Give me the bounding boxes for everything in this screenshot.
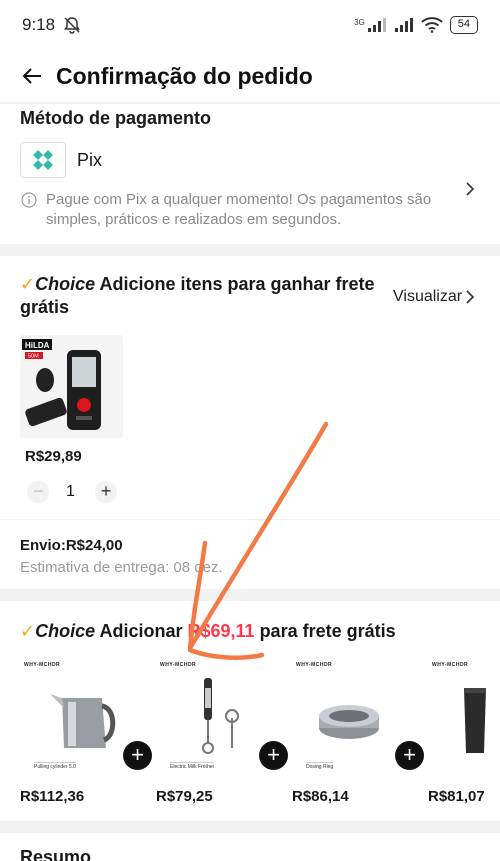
status-time: 9:18 — [22, 15, 56, 34]
status-indicators: 3G 54 — [354, 16, 478, 34]
add-to-cart-button[interactable]: + — [123, 741, 152, 770]
item-brand: WHY-MCHDR — [160, 662, 197, 668]
product-image: WHY-MCHDR Electric Milk Frother — [156, 658, 274, 774]
item-caption: Pulling cylinder 5.0 — [34, 762, 76, 770]
free-shipping-title: ✓Choice Adicionar R$69,11 para frete grá… — [20, 621, 396, 642]
payment-section-title: Método de pagamento — [20, 108, 212, 128]
item-price: R$81,07 — [428, 788, 485, 805]
cell-signal-icon — [367, 18, 386, 32]
pix-icon — [33, 150, 53, 170]
divider — [0, 519, 500, 520]
info-icon — [21, 192, 37, 208]
add-to-cart-button[interactable]: + — [395, 741, 424, 770]
choice-logo: Choice — [35, 621, 96, 641]
recommended-item-dosing-ring[interactable]: WHY-MCHDR Dosing Ring + — [292, 658, 424, 778]
wifi-icon — [421, 17, 443, 33]
cell-signal-2-icon — [394, 18, 413, 32]
product-price: R$29,89 — [25, 448, 82, 465]
item-caption: Electric Milk Frother — [170, 762, 215, 770]
quantity-decrease-button[interactable]: − — [27, 481, 49, 503]
free-shipping-recommendations: ✓Choice Adicionar R$69,11 para frete grá… — [0, 601, 500, 821]
quantity-value: 1 — [66, 483, 75, 500]
item-price: R$112,36 — [20, 788, 85, 805]
recommended-item-partial[interactable]: WHY-MCHDR — [428, 658, 500, 778]
frother-illustration — [202, 678, 239, 754]
item-price: R$79,25 — [156, 788, 213, 805]
quantity-increase-button[interactable]: + — [95, 481, 117, 503]
recommended-item-pitcher[interactable]: WHY-MCHDR Pulling cylinder 5.0 + — [20, 658, 152, 778]
payment-method-section[interactable]: Método de pagamento Pix Pague com Pix a … — [0, 104, 500, 244]
free-shipping-prefix: Adicionar — [99, 621, 183, 641]
pitcher-illustration — [50, 694, 116, 748]
product-brand-text: HiLDA — [25, 341, 50, 350]
page-title: Confirmação do pedido — [56, 62, 313, 89]
choice-check-icon: ✓ — [20, 621, 36, 641]
item-brand: WHY-MCHDR — [432, 662, 469, 668]
choice-section: ✓Choice Adicione itens para ganhar frete… — [0, 256, 500, 589]
view-items-link[interactable]: Visualizar — [393, 288, 462, 306]
item-caption: Dosing Ring — [306, 762, 334, 770]
choice-logo: Choice — [35, 274, 96, 294]
product-image: WHY-MCHDR — [428, 658, 500, 774]
payment-note: Pague com Pix a qualquer momento! Os pag… — [46, 191, 432, 228]
dosing-ring-illustration — [319, 705, 379, 739]
product-image: WHY-MCHDR Pulling cylinder 5.0 — [20, 658, 138, 774]
recommended-item-frother[interactable]: WHY-MCHDR Electric Milk Frother + — [156, 658, 288, 778]
status-bar: 9:18 3G 54 — [0, 0, 500, 50]
delivery-estimate: Estimativa de entrega: 08 dez. — [20, 559, 223, 576]
pix-logo-box — [20, 142, 66, 178]
bell-muted-icon — [64, 17, 81, 34]
product-image-laser-meter[interactable]: HiLDA 50M — [20, 335, 123, 438]
chevron-right-icon[interactable] — [465, 290, 475, 304]
product-badge-text: 50M — [28, 354, 39, 360]
summary-title: Resumo — [20, 847, 92, 861]
add-to-cart-button[interactable]: + — [259, 741, 288, 770]
page-header: Confirmação do pedido — [0, 50, 500, 102]
product-image: WHY-MCHDR Dosing Ring — [292, 658, 410, 774]
choice-section-title: ✓Choice Adicione itens para ganhar frete… — [20, 273, 380, 319]
item-brand: WHY-MCHDR — [24, 662, 61, 668]
choice-check-icon: ✓ — [20, 274, 36, 294]
battery-indicator: 54 — [449, 16, 478, 34]
back-arrow-icon[interactable] — [20, 64, 44, 88]
laser-meter-illustration: HiLDA 50M — [20, 335, 123, 438]
network-type: 3G — [354, 18, 365, 27]
payment-method-name: Pix — [77, 150, 103, 170]
cup-illustration — [464, 688, 486, 753]
shipping-cost: Envio:R$24,00 — [20, 537, 123, 554]
chevron-right-icon[interactable] — [465, 182, 475, 196]
free-shipping-amount: R$69,11 — [187, 621, 255, 641]
item-brand: WHY-MCHDR — [296, 662, 333, 668]
item-price: R$86,14 — [292, 788, 349, 805]
free-shipping-suffix: para frete grátis — [259, 621, 396, 641]
summary-section: Resumo — [0, 833, 500, 861]
